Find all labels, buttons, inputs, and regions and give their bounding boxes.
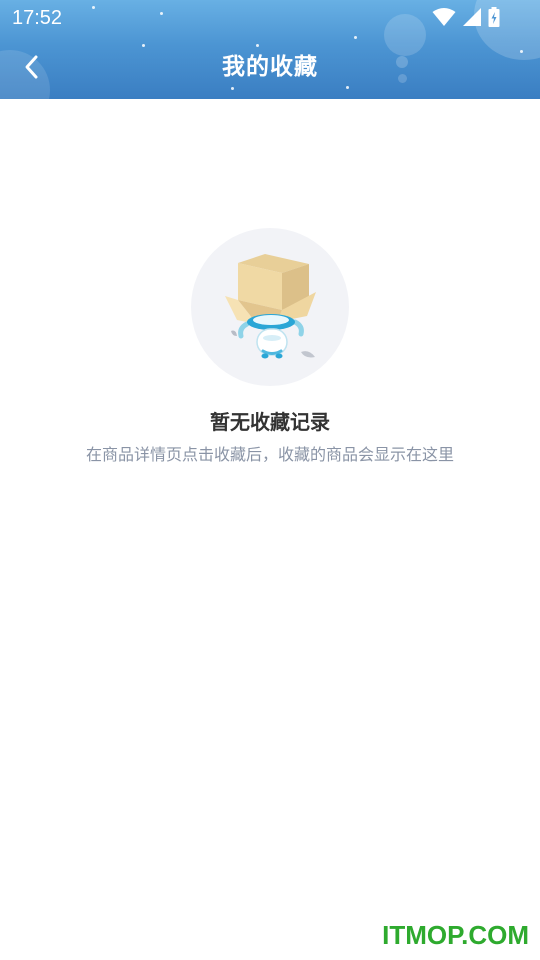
header-sparkle-decoration — [354, 36, 357, 39]
empty-illustration — [191, 228, 349, 386]
empty-subtitle: 在商品详情页点击收藏后，收藏的商品会显示在这里 — [85, 445, 454, 464]
page-title: 我的收藏 — [222, 54, 318, 80]
screen: 17:52 我的收藏 暂无收藏记录 在商品详情页点击收藏后，收藏的商品会显示在这… — [0, 0, 540, 960]
cellular-signal-icon — [462, 7, 482, 27]
status-icons — [432, 7, 500, 27]
watermark: ITMOP.COM — [382, 920, 529, 950]
battery-charging-icon — [488, 7, 500, 27]
header: 17:52 我的收藏 — [0, 0, 540, 99]
header-sparkle-decoration — [160, 12, 163, 15]
wifi-icon — [432, 7, 456, 27]
status-time: 17:52 — [12, 7, 63, 29]
app-bar: 我的收藏 — [0, 40, 540, 98]
robot-with-box-illustration — [225, 254, 316, 359]
empty-title: 暂无收藏记录 — [210, 410, 330, 434]
header-sparkle-decoration — [92, 6, 95, 9]
empty-state: 暂无收藏记录 在商品详情页点击收藏后，收藏的商品会显示在这里 — [0, 228, 540, 466]
